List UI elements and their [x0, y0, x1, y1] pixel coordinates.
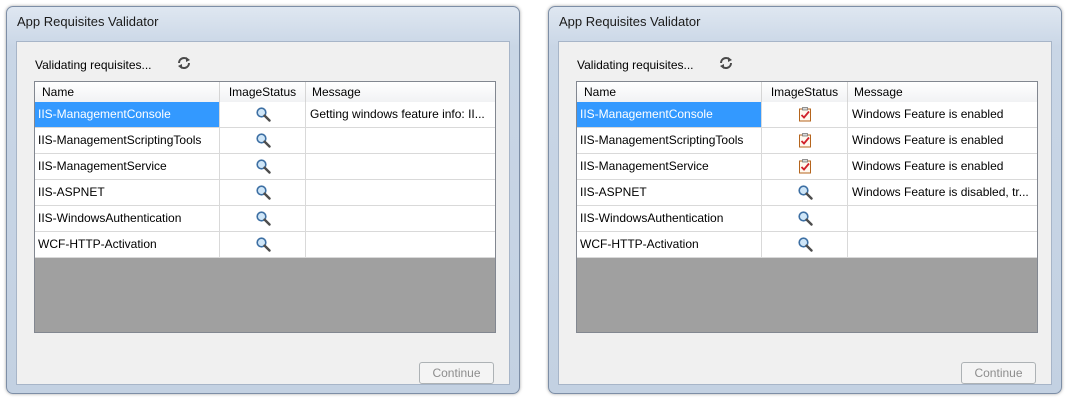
- cell-name[interactable]: IIS-ManagementScriptingTools: [577, 128, 762, 154]
- column-header-imagestatus[interactable]: ImageStatus: [762, 82, 848, 102]
- magnifier-icon: [797, 237, 813, 255]
- table-row[interactable]: IIS-ManagementService: [35, 154, 495, 180]
- checklist-icon: [797, 159, 813, 177]
- magnifier-icon: [255, 237, 271, 255]
- requisites-grid[interactable]: Name ImageStatus Message IIS-ManagementC…: [34, 81, 496, 333]
- window-client: Validating requisites... Name ImageStatu…: [16, 41, 510, 385]
- table-row[interactable]: IIS-ManagementService Windows Feature is …: [577, 154, 1037, 180]
- cell-imagestatus[interactable]: [762, 232, 848, 258]
- cell-name[interactable]: IIS-WindowsAuthentication: [35, 206, 220, 232]
- cell-message[interactable]: [306, 206, 495, 232]
- validator-window-left: App Requisites Validator Validating requ…: [6, 6, 520, 394]
- column-header-message[interactable]: Message: [848, 82, 1037, 102]
- table-row[interactable]: IIS-ASPNET Windows Feature is disabled, t…: [577, 180, 1037, 206]
- checklist-icon: [797, 133, 813, 151]
- table-row[interactable]: IIS-ASPNET: [35, 180, 495, 206]
- cell-message[interactable]: Windows Feature is disabled, tr...: [848, 180, 1037, 206]
- cell-message[interactable]: Getting windows feature info: II...: [306, 102, 495, 128]
- table-row[interactable]: WCF-HTTP-Activation: [577, 232, 1037, 258]
- magnifier-icon: [797, 211, 813, 229]
- grid-header: Name ImageStatus Message: [577, 82, 1037, 103]
- cell-name[interactable]: WCF-HTTP-Activation: [35, 232, 220, 258]
- column-header-name[interactable]: Name: [35, 82, 220, 102]
- cell-imagestatus[interactable]: [220, 180, 306, 206]
- cell-message[interactable]: [306, 128, 495, 154]
- cell-message[interactable]: Windows Feature is enabled: [848, 102, 1037, 128]
- cell-message[interactable]: Windows Feature is enabled: [848, 128, 1037, 154]
- table-row[interactable]: IIS-WindowsAuthentication: [35, 206, 495, 232]
- magnifier-icon: [255, 159, 271, 177]
- cell-message[interactable]: [848, 206, 1037, 232]
- column-header-message[interactable]: Message: [306, 82, 495, 102]
- magnifier-icon: [797, 185, 813, 203]
- cell-imagestatus[interactable]: [762, 154, 848, 180]
- continue-button[interactable]: Continue: [961, 362, 1036, 384]
- requisites-grid[interactable]: Name ImageStatus Message IIS-ManagementC…: [576, 81, 1038, 333]
- cell-imagestatus[interactable]: [220, 154, 306, 180]
- cell-imagestatus[interactable]: [762, 128, 848, 154]
- table-row[interactable]: IIS-WindowsAuthentication: [577, 206, 1037, 232]
- table-row[interactable]: IIS-ManagementConsole Windows Feature is …: [577, 102, 1037, 128]
- cell-name[interactable]: IIS-ManagementConsole: [35, 102, 220, 128]
- status-text: Validating requisites...: [35, 58, 152, 72]
- cell-message[interactable]: [306, 232, 495, 258]
- table-row[interactable]: IIS-ManagementConsole Getting windows fea…: [35, 102, 495, 128]
- cell-imagestatus[interactable]: [762, 206, 848, 232]
- cell-name[interactable]: IIS-ManagementScriptingTools: [35, 128, 220, 154]
- cell-name[interactable]: IIS-ASPNET: [35, 180, 220, 206]
- magnifier-icon: [255, 107, 271, 125]
- cell-name[interactable]: IIS-WindowsAuthentication: [577, 206, 762, 232]
- cell-name[interactable]: IIS-ManagementConsole: [577, 102, 762, 128]
- cell-imagestatus[interactable]: [220, 232, 306, 258]
- column-header-name[interactable]: Name: [577, 82, 762, 102]
- window-client: Validating requisites... Name ImageStatu…: [558, 41, 1052, 385]
- magnifier-icon: [255, 133, 271, 151]
- cell-name[interactable]: IIS-ManagementService: [577, 154, 762, 180]
- cell-message[interactable]: [306, 154, 495, 180]
- cell-name[interactable]: WCF-HTTP-Activation: [577, 232, 762, 258]
- validator-window-right: App Requisites Validator Validating requ…: [548, 6, 1062, 394]
- cell-imagestatus[interactable]: [220, 102, 306, 128]
- checklist-icon: [797, 107, 813, 125]
- refresh-icon: [178, 57, 190, 69]
- magnifier-icon: [255, 185, 271, 203]
- cell-message[interactable]: Windows Feature is enabled: [848, 154, 1037, 180]
- window-title: App Requisites Validator: [17, 14, 159, 29]
- cell-imagestatus[interactable]: [762, 102, 848, 128]
- cell-name[interactable]: IIS-ASPNET: [577, 180, 762, 206]
- grid-header: Name ImageStatus Message: [35, 82, 495, 103]
- cell-message[interactable]: [848, 232, 1037, 258]
- magnifier-icon: [255, 211, 271, 229]
- cell-message[interactable]: [306, 180, 495, 206]
- table-row[interactable]: WCF-HTTP-Activation: [35, 232, 495, 258]
- continue-button[interactable]: Continue: [419, 362, 494, 384]
- table-row[interactable]: IIS-ManagementScriptingTools: [35, 128, 495, 154]
- cell-imagestatus[interactable]: [220, 128, 306, 154]
- column-header-imagestatus[interactable]: ImageStatus: [220, 82, 306, 102]
- cell-imagestatus[interactable]: [220, 206, 306, 232]
- cell-imagestatus[interactable]: [762, 180, 848, 206]
- table-row[interactable]: IIS-ManagementScriptingTools Windows Feat…: [577, 128, 1037, 154]
- window-title: App Requisites Validator: [559, 14, 701, 29]
- refresh-icon: [720, 57, 732, 69]
- status-text: Validating requisites...: [577, 58, 694, 72]
- cell-name[interactable]: IIS-ManagementService: [35, 154, 220, 180]
